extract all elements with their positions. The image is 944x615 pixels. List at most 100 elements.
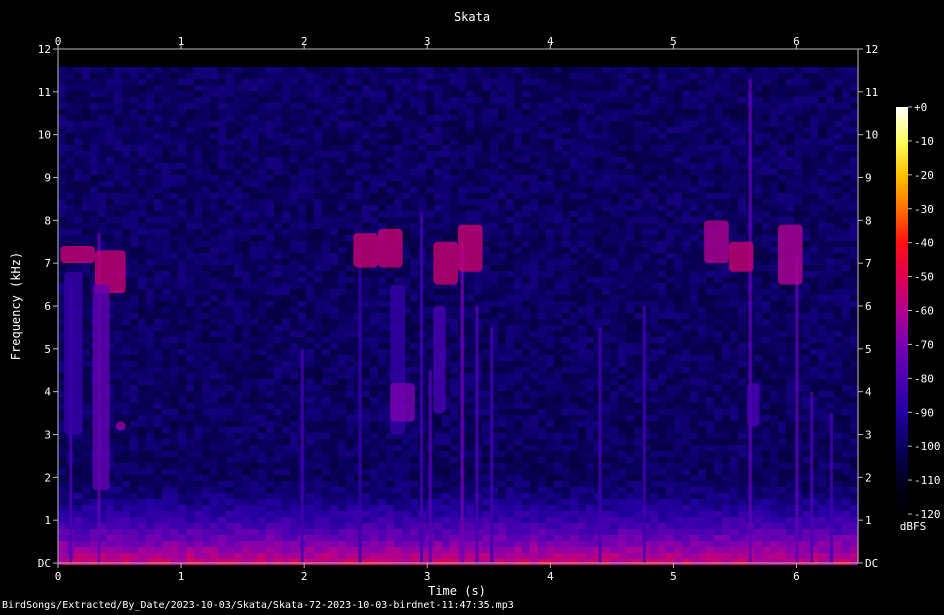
spectrogram-cell [618, 85, 626, 91]
spectrogram-cell [82, 235, 90, 241]
spectrogram-cell [618, 355, 626, 361]
spectrogram-cell [114, 235, 122, 241]
spectrogram-cell [570, 217, 578, 223]
spectrogram-cell [762, 259, 770, 265]
spectrogram-cell [482, 205, 490, 211]
spectrogram-cell [322, 67, 330, 73]
spectrogram-cell [658, 97, 666, 103]
spectrogram-cell [522, 235, 530, 241]
spectrogram-cell [618, 145, 626, 151]
spectrogram-cell [98, 109, 106, 115]
spectrogram-cell [154, 259, 162, 265]
spectrogram-cell [530, 133, 538, 139]
spectrogram-cell [290, 85, 298, 91]
spectrogram-cell [474, 175, 482, 181]
spectrogram-cell [170, 241, 178, 247]
spectrogram-cell [842, 187, 850, 193]
spectrogram-cell [322, 205, 330, 211]
spectrogram-cell [82, 181, 90, 187]
spectrogram-cell [666, 145, 674, 151]
spectrogram-cell [722, 187, 730, 193]
spectrogram-cell [138, 97, 146, 103]
spectrogram-cell [618, 199, 626, 205]
spectrogram-cell [634, 133, 642, 139]
spectrogram-cell [842, 229, 850, 235]
spectrogram-cell [466, 169, 474, 175]
spectrogram-cell [466, 283, 474, 289]
spectrogram-cell [434, 175, 442, 181]
spectrogram-cell [186, 79, 194, 85]
spectrogram-cell [474, 193, 482, 199]
spectrogram-cell [274, 217, 282, 223]
spectrogram-cell [330, 109, 338, 115]
spectrogram-cell [338, 271, 346, 277]
spectrogram-cell [834, 355, 842, 361]
spectrogram-cell [730, 79, 738, 85]
spectrogram-cell [562, 349, 570, 355]
spectrogram-cell [258, 295, 266, 301]
spectrogram-cell [666, 229, 674, 235]
spectrogram-cell [810, 121, 818, 127]
spectrogram-cell [338, 205, 346, 211]
spectrogram-cell [722, 79, 730, 85]
spectrogram-cell [82, 301, 90, 307]
spectrogram-cell [210, 241, 218, 247]
spectrogram-cell [610, 193, 618, 199]
spectrogram-cell [826, 247, 834, 253]
spectrogram-cell [74, 217, 82, 223]
spectrogram-cell [314, 199, 322, 205]
spectrogram-cell [178, 325, 186, 331]
spectrogram-cell [562, 301, 570, 307]
spectrogram-cell [650, 301, 658, 307]
spectrogram-cell [130, 67, 138, 73]
spectrogram-cell [682, 211, 690, 217]
spectrogram-cell [546, 157, 554, 163]
spectrogram-cell [506, 211, 514, 217]
spectrogram-cell [546, 283, 554, 289]
spectrogram-cell [714, 289, 722, 295]
spectrogram-cell [298, 187, 306, 193]
spectrogram-cell [202, 109, 210, 115]
spectrogram-cell [530, 295, 538, 301]
spectrogram-cell [242, 169, 250, 175]
spectrogram-cell [586, 115, 594, 121]
spectrogram-cell [218, 109, 226, 115]
spectrogram-cell [690, 139, 698, 145]
spectrogram-cell [634, 175, 642, 181]
spectrogram-cell [650, 103, 658, 109]
spectrogram-cell [562, 295, 570, 301]
spectrogram-cell [786, 319, 794, 325]
spectrogram-cell [530, 265, 538, 271]
spectrogram-cell [290, 259, 298, 265]
spectrogram-cell [394, 217, 402, 223]
spectrogram-cell [498, 127, 506, 133]
spectrogram-cell [850, 325, 858, 331]
spectrogram-cell [378, 115, 386, 121]
spectrogram-cell [770, 121, 778, 127]
spectrogram-cell [74, 73, 82, 79]
spectrogram-cell [570, 337, 578, 343]
spectrogram-cell [226, 127, 234, 133]
spectrogram-cell [690, 349, 698, 355]
spectrogram-cell [194, 79, 202, 85]
spectrogram-cell [274, 361, 282, 367]
spectrogram-cell [346, 259, 354, 265]
spectrogram-cell [210, 67, 218, 73]
spectrogram-cell [562, 211, 570, 217]
spectrogram-cell [530, 277, 538, 283]
spectrogram-cell [698, 85, 706, 91]
spectrogram-cell [202, 97, 210, 103]
spectrogram-cell [570, 103, 578, 109]
spectrogram-cell [786, 115, 794, 121]
spectrogram-cell [818, 229, 826, 235]
spectrogram-cell [370, 109, 378, 115]
spectrogram-cell [258, 229, 266, 235]
spectrogram-cell [546, 79, 554, 85]
spectrogram-cell [642, 151, 650, 157]
spectrogram-cell [362, 115, 370, 121]
spectrogram-cell [170, 349, 178, 355]
spectrogram-cell [410, 121, 418, 127]
spectrogram-cell [514, 193, 522, 199]
spectrogram-cell [90, 97, 98, 103]
spectrogram-cell [794, 127, 802, 133]
